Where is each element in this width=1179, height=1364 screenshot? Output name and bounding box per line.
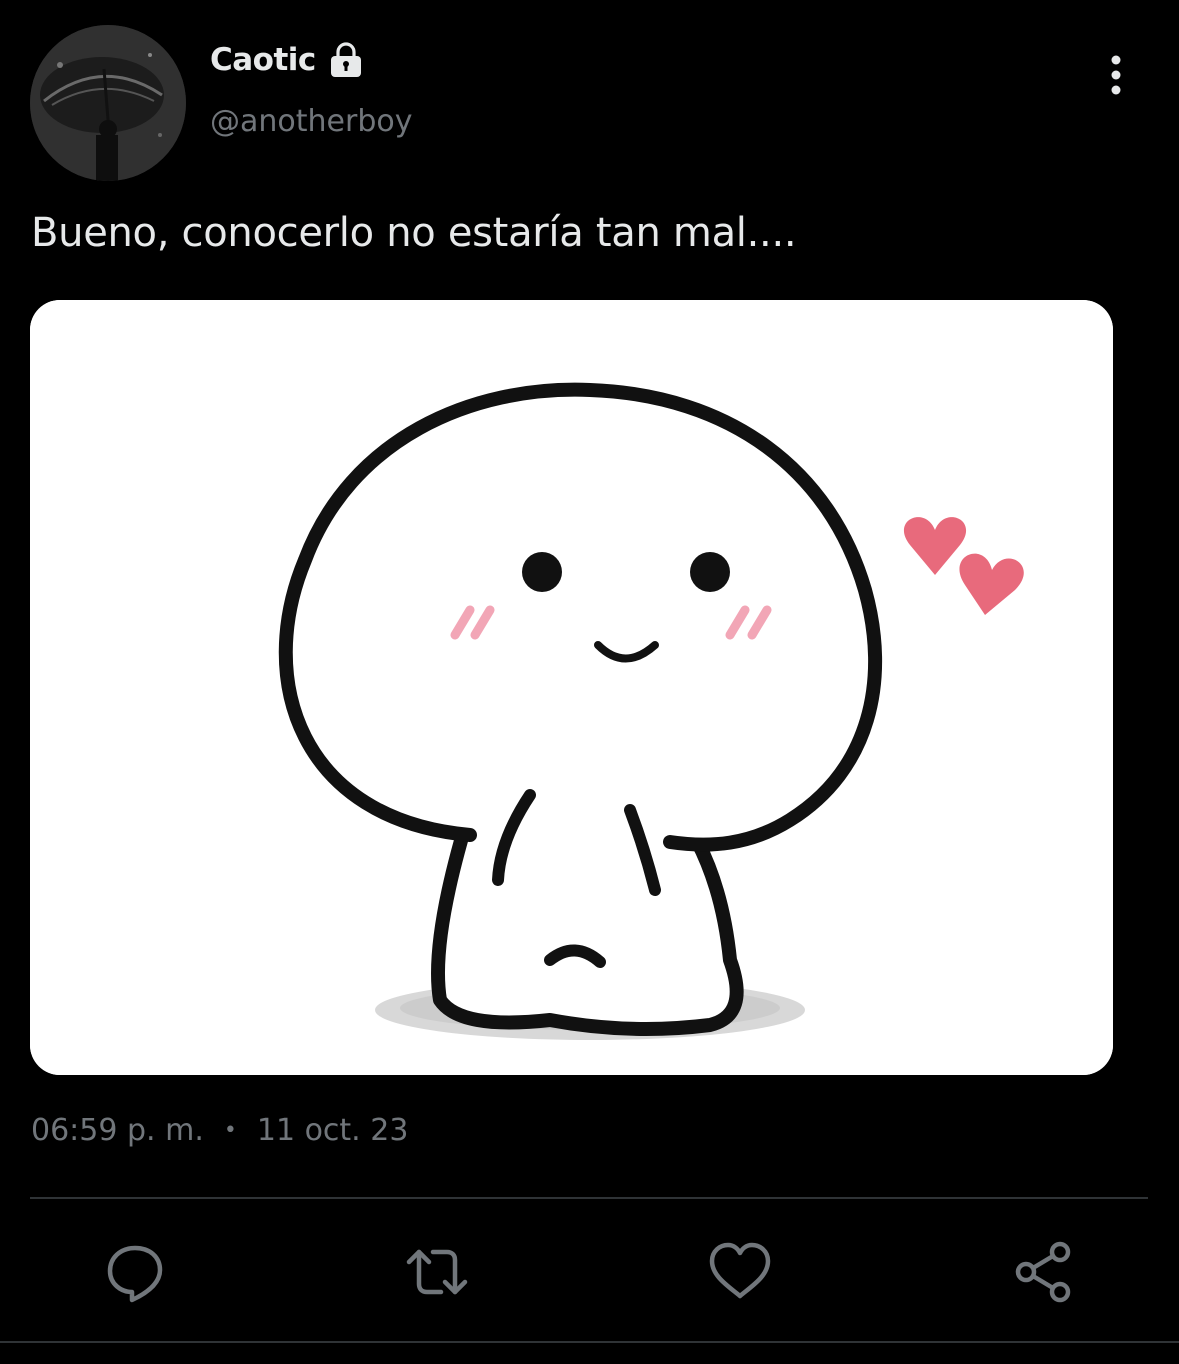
author-handle[interactable]: @anotherboy: [210, 104, 412, 139]
umbrella-person-avatar-icon: [30, 25, 186, 181]
display-name[interactable]: Caotic: [210, 42, 316, 78]
heart-icon: [709, 1242, 771, 1299]
share-icon: [1015, 1241, 1071, 1303]
tweet-media-image[interactable]: [30, 300, 1113, 1075]
meta-separator: •: [223, 1118, 237, 1143]
reply-button[interactable]: [103, 1240, 167, 1304]
lock-icon: [330, 42, 361, 77]
avatar[interactable]: [30, 25, 186, 181]
tweet-text: Bueno, conocerlo no estaría tan mal....: [31, 210, 797, 256]
divider: [30, 1197, 1148, 1199]
share-button[interactable]: [1012, 1240, 1076, 1304]
like-button[interactable]: [708, 1240, 772, 1304]
cute-blob-character-icon: [30, 300, 1113, 1075]
tweet-detail: Caotic @anotherboy Bueno, conocerlo no e…: [0, 0, 1179, 1364]
more-options-button[interactable]: [1096, 52, 1136, 98]
author-name-row[interactable]: Caotic: [210, 40, 366, 80]
divider-bottom: [0, 1341, 1179, 1343]
retweet-button[interactable]: [405, 1240, 469, 1304]
tweet-time[interactable]: 06:59 p. m.: [31, 1113, 204, 1148]
reply-icon: [107, 1245, 163, 1303]
tweet-timestamp[interactable]: 06:59 p. m. • 11 oct. 23: [31, 1113, 408, 1148]
retweet-icon: [406, 1249, 468, 1295]
tweet-date[interactable]: 11 oct. 23: [257, 1113, 409, 1148]
more-vertical-icon: [1111, 55, 1121, 95]
